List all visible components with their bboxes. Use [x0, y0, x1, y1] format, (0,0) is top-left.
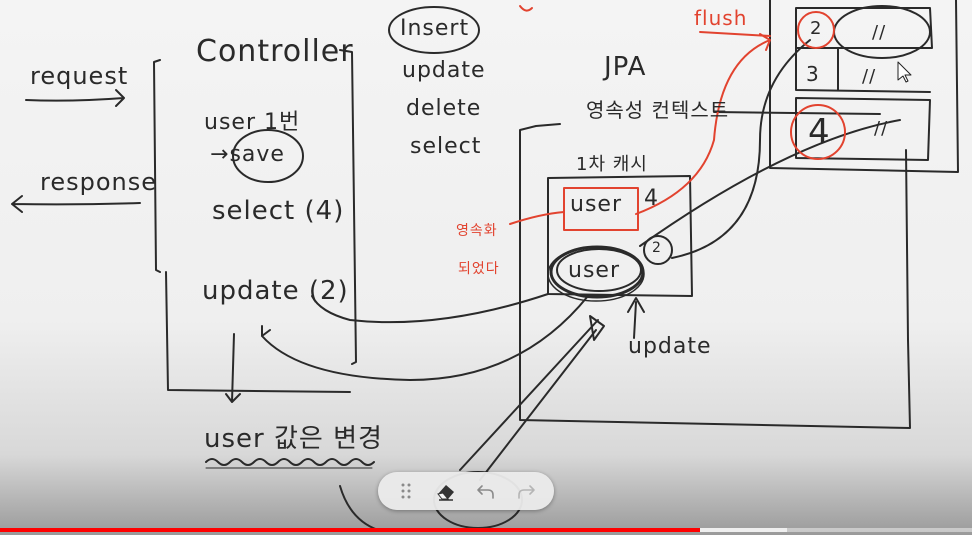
db-row-id-2: 2 [810, 18, 823, 39]
op-insert: Insert [400, 16, 470, 41]
diag-line-1 [459, 319, 599, 471]
db-row-val-4: // [874, 118, 889, 139]
red-note-done: 되었다 [458, 261, 500, 277]
video-progress-bar[interactable] [0, 528, 972, 532]
redo-icon[interactable] [511, 476, 541, 506]
red-pointer [509, 211, 565, 225]
controller-title: Controller [196, 34, 354, 69]
connector-to-db [671, 39, 811, 259]
op-delete: delete [406, 96, 482, 121]
update-pointer [633, 301, 637, 339]
entity-user-top: user [570, 192, 622, 217]
controller-line-select: select (4) [212, 196, 345, 226]
request-arrow [25, 89, 125, 107]
marker-2: 2 [652, 240, 662, 256]
flush-label: flush [694, 6, 748, 30]
controller-bracket-left [153, 59, 161, 273]
video-played [0, 528, 700, 532]
controller-line-user: user 1번 [204, 110, 301, 135]
jpa-subtitle: 영속성 컨텍스트 [586, 98, 730, 122]
op-select: select [410, 134, 482, 159]
request-label: request [30, 62, 129, 90]
response-label: response [40, 168, 158, 196]
drawing-toolbar [378, 472, 554, 510]
db-row-id-4: 4 [808, 112, 831, 152]
squiggle-underline [205, 458, 375, 466]
down-arrow [225, 333, 241, 403]
undo-icon[interactable] [471, 476, 501, 506]
save-text: save [229, 142, 285, 167]
red-note-persisted: 영속화 [456, 223, 498, 239]
cache-number: 4 [644, 186, 659, 211]
cache-label: 1차 캐시 [576, 154, 648, 175]
eraser-icon[interactable] [431, 476, 461, 506]
op-update: update [402, 58, 486, 83]
mouse-cursor-icon [897, 61, 912, 83]
jpa-title: JPA [604, 52, 647, 82]
jpa-context-right [905, 149, 909, 341]
response-arrow [11, 195, 141, 213]
update-label: update [628, 334, 712, 359]
bottom-note: user 값은 변경 [204, 424, 383, 454]
db-row-id-3: 3 [806, 62, 820, 86]
whiteboard-canvas[interactable]: request response Controller user 1번 →sav… [0, 0, 972, 535]
diag-line-2 [479, 329, 597, 481]
controller-line-save: →save [210, 142, 285, 167]
drag-handle-icon[interactable] [391, 476, 421, 506]
db-row-val-2: // [872, 22, 887, 43]
curve-update-arrow [261, 295, 589, 381]
db-row-val-3: // [862, 66, 877, 87]
entity-user-bottom: user [568, 258, 620, 283]
controller-line-update: update (2) [202, 276, 349, 306]
